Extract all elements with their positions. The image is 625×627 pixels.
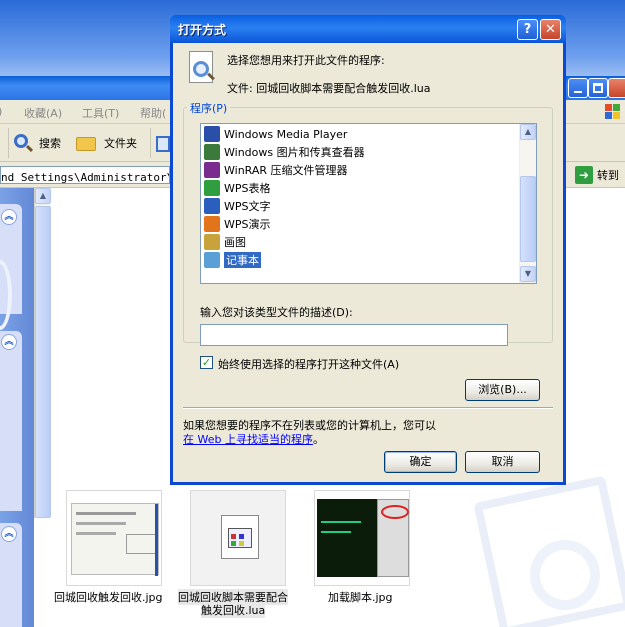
menu-edge: ): [0, 105, 2, 118]
go-arrow-icon: ➜: [575, 166, 593, 184]
file-name-label: 文件: 回城回收脚本需要配合触发回收.lua: [227, 82, 431, 95]
checkmark-icon: ✓: [201, 356, 212, 369]
menu-help[interactable]: 帮助(: [140, 105, 166, 121]
collapse-chevron-icon[interactable]: ︽: [1, 209, 17, 225]
task-pane: ︽ ︽ ︽: [0, 188, 34, 627]
scroll-up-button[interactable]: ▲: [35, 188, 51, 204]
folders-label: 文件夹: [104, 137, 137, 150]
program-list-item[interactable]: Windows Media Player: [204, 125, 347, 143]
picture-viewer-icon: [204, 144, 220, 160]
task-panel: [0, 331, 22, 511]
programs-label: 程序(P): [187, 100, 231, 116]
dialog-body: 选择您想用来打开此文件的程序: 文件: 回城回收脚本需要配合触发回收.lua 程…: [173, 43, 563, 482]
program-list-item[interactable]: 画图: [204, 233, 246, 251]
folder-icon: [76, 134, 98, 152]
footer-link-row: 在 Web 上寻找适当的程序。: [183, 431, 324, 447]
scroll-thumb[interactable]: [520, 176, 536, 262]
open-with-dialog: 打开方式 ? ✕ 选择您想用来打开此文件的程序: 文件: 回城回收脚本需要配合触…: [170, 15, 566, 485]
browse-button[interactable]: 浏览(B)...: [465, 379, 540, 401]
program-label: WinRAR 压缩文件管理器: [224, 164, 348, 177]
go-label: 转到: [597, 169, 619, 182]
scroll-down-button[interactable]: ▼: [520, 266, 536, 282]
paint-icon: [204, 234, 220, 250]
search-button[interactable]: 搜索: [12, 130, 61, 156]
programs-listbox[interactable]: Windows Media Player Windows 图片和传真查看器 WinR…: [200, 123, 537, 284]
description-label: 输入您对该类型文件的描述(D):: [200, 306, 353, 319]
wps-presentation-icon: [204, 216, 220, 232]
close-button[interactable]: ✕: [540, 19, 561, 40]
program-label: WPS演示: [224, 218, 271, 231]
windows-logo-icon: [603, 102, 623, 122]
wps-spreadsheet-icon: [204, 180, 220, 196]
dialog-title: 打开方式: [178, 23, 227, 37]
collapse-chevron-icon[interactable]: ︽: [1, 334, 17, 350]
separator: [183, 407, 553, 409]
always-use-checkbox[interactable]: ✓: [200, 356, 213, 369]
minimize-button[interactable]: [568, 78, 588, 98]
program-label: WPS文字: [224, 200, 271, 213]
always-use-label[interactable]: 始终使用选择的程序打开这种文件(A): [218, 356, 399, 372]
explorer-vertical-scrollbar[interactable]: ▲: [34, 188, 51, 518]
menu-tools[interactable]: 工具(T): [82, 105, 119, 121]
program-label: WPS表格: [224, 182, 271, 195]
folders-button[interactable]: 文件夹: [76, 130, 137, 156]
file-thumbnail[interactable]: [314, 490, 410, 586]
views-icon[interactable]: [156, 136, 170, 152]
close-icon: ✕: [545, 22, 556, 37]
program-list-item[interactable]: WPS演示: [204, 215, 271, 233]
help-icon: ?: [523, 22, 532, 37]
file-thumbnail[interactable]: [66, 490, 162, 586]
file-thumbnail-selected[interactable]: [190, 490, 286, 586]
program-label: Windows 图片和传真查看器: [224, 146, 365, 159]
ok-button[interactable]: 确定: [384, 451, 457, 473]
file-name[interactable]: 加载脚本.jpg: [328, 589, 393, 605]
lua-file-icon: [221, 515, 259, 559]
media-player-icon: [204, 126, 220, 142]
footer-period: 。: [312, 433, 324, 446]
file-name[interactable]: 触发回收.lua: [201, 602, 266, 618]
cancel-button[interactable]: 取消: [465, 451, 540, 473]
programs-scrollbar[interactable]: ▲ ▼: [519, 124, 536, 283]
go-button[interactable]: ➜ 转到: [575, 165, 619, 185]
program-label: 画图: [224, 236, 246, 249]
collapse-chevron-icon[interactable]: ︽: [1, 526, 17, 542]
program-list-item[interactable]: Windows 图片和传真查看器: [204, 143, 365, 161]
notepad-icon: [204, 252, 220, 268]
open-with-icon: [187, 51, 217, 85]
help-button[interactable]: ?: [517, 19, 538, 40]
program-list-item[interactable]: WPS表格: [204, 179, 271, 197]
program-list-item[interactable]: 记事本: [204, 251, 262, 269]
wps-writer-icon: [204, 198, 220, 214]
menu-favorites[interactable]: 收藏(A): [24, 105, 62, 121]
search-icon: [12, 132, 34, 154]
maximize-button[interactable]: [588, 78, 608, 98]
program-list-item[interactable]: WinRAR 压缩文件管理器: [204, 161, 348, 179]
dialog-title-bar: 打开方式 ? ✕: [170, 15, 566, 43]
dialog-prompt: 选择您想用来打开此文件的程序:: [227, 54, 385, 67]
watermark-decoration: [530, 540, 600, 610]
file-name[interactable]: 回城回收触发回收.jpg: [54, 589, 163, 605]
winrar-icon: [204, 162, 220, 178]
program-list-item[interactable]: WPS文字: [204, 197, 271, 215]
scroll-thumb[interactable]: [35, 206, 51, 518]
program-label: 记事本: [223, 251, 262, 269]
explorer-close-button[interactable]: [608, 78, 625, 98]
search-label: 搜索: [39, 137, 61, 150]
find-program-online-link[interactable]: 在 Web 上寻找适当的程序: [183, 433, 313, 446]
address-path[interactable]: nd Settings\Administrator\桌面: [0, 166, 170, 184]
program-label: Windows Media Player: [224, 127, 348, 141]
description-input[interactable]: [200, 324, 508, 346]
scroll-up-button[interactable]: ▲: [520, 124, 536, 140]
